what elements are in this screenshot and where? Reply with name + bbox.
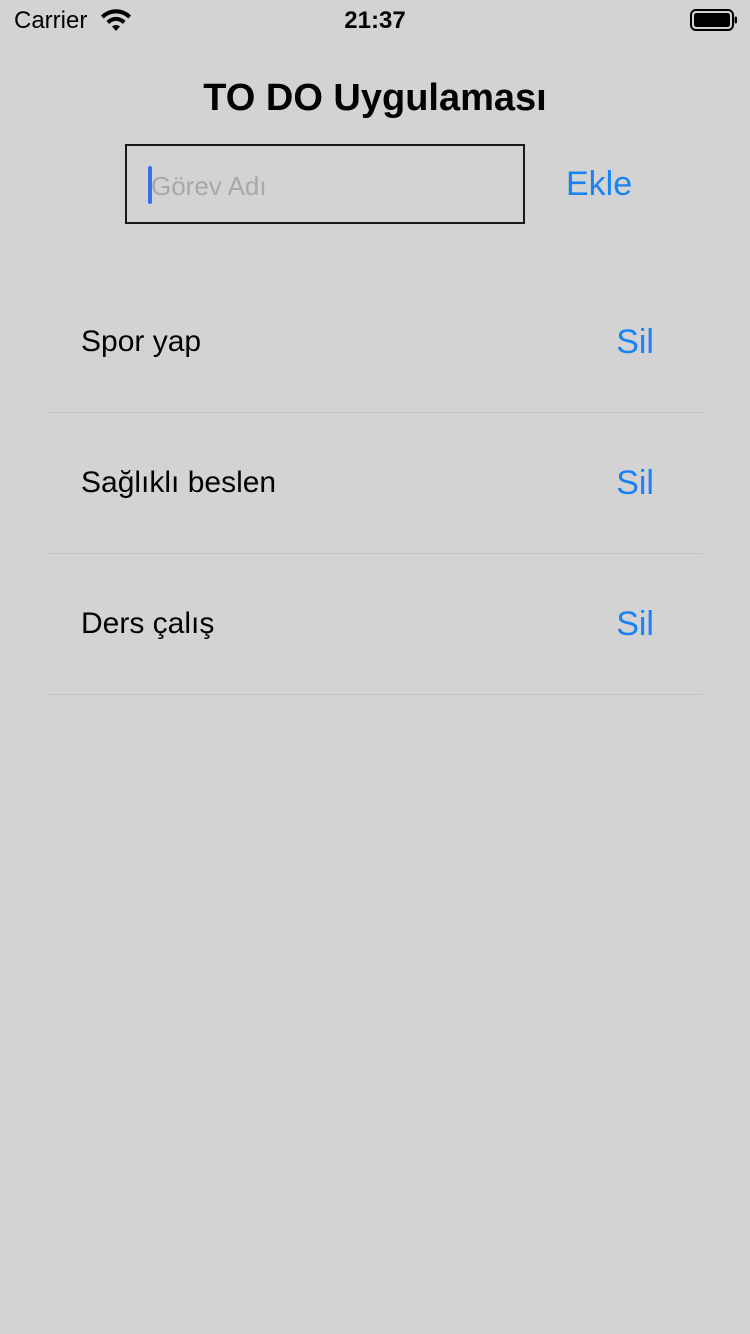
task-label: Ders çalış: [81, 607, 215, 640]
app-screen: Carrier 21:37 TO DO Uygulaması Görev Adı…: [0, 0, 750, 1334]
status-time: 21:37: [344, 7, 406, 34]
task-label: Spor yap: [81, 325, 202, 358]
task-row: Spor yap Sil: [48, 272, 702, 413]
status-bar: Carrier 21:37: [0, 0, 750, 40]
delete-task-button[interactable]: Sil: [616, 604, 654, 644]
task-input-placeholder: Görev Adı: [151, 171, 267, 201]
task-row: Ders çalış Sil: [48, 554, 702, 695]
page-title: TO DO Uygulaması: [203, 77, 547, 119]
delete-task-button[interactable]: Sil: [616, 322, 654, 362]
task-list: Spor yap Sil Sağlıklı beslen Sil Ders ça…: [48, 272, 702, 695]
task-row: Sağlıklı beslen Sil: [48, 413, 702, 554]
battery-icon: [690, 9, 737, 31]
task-name-input[interactable]: Görev Adı: [125, 144, 525, 224]
task-label: Sağlıklı beslen: [81, 466, 277, 499]
delete-task-button[interactable]: Sil: [616, 463, 654, 503]
add-task-button[interactable]: Ekle: [566, 164, 632, 204]
